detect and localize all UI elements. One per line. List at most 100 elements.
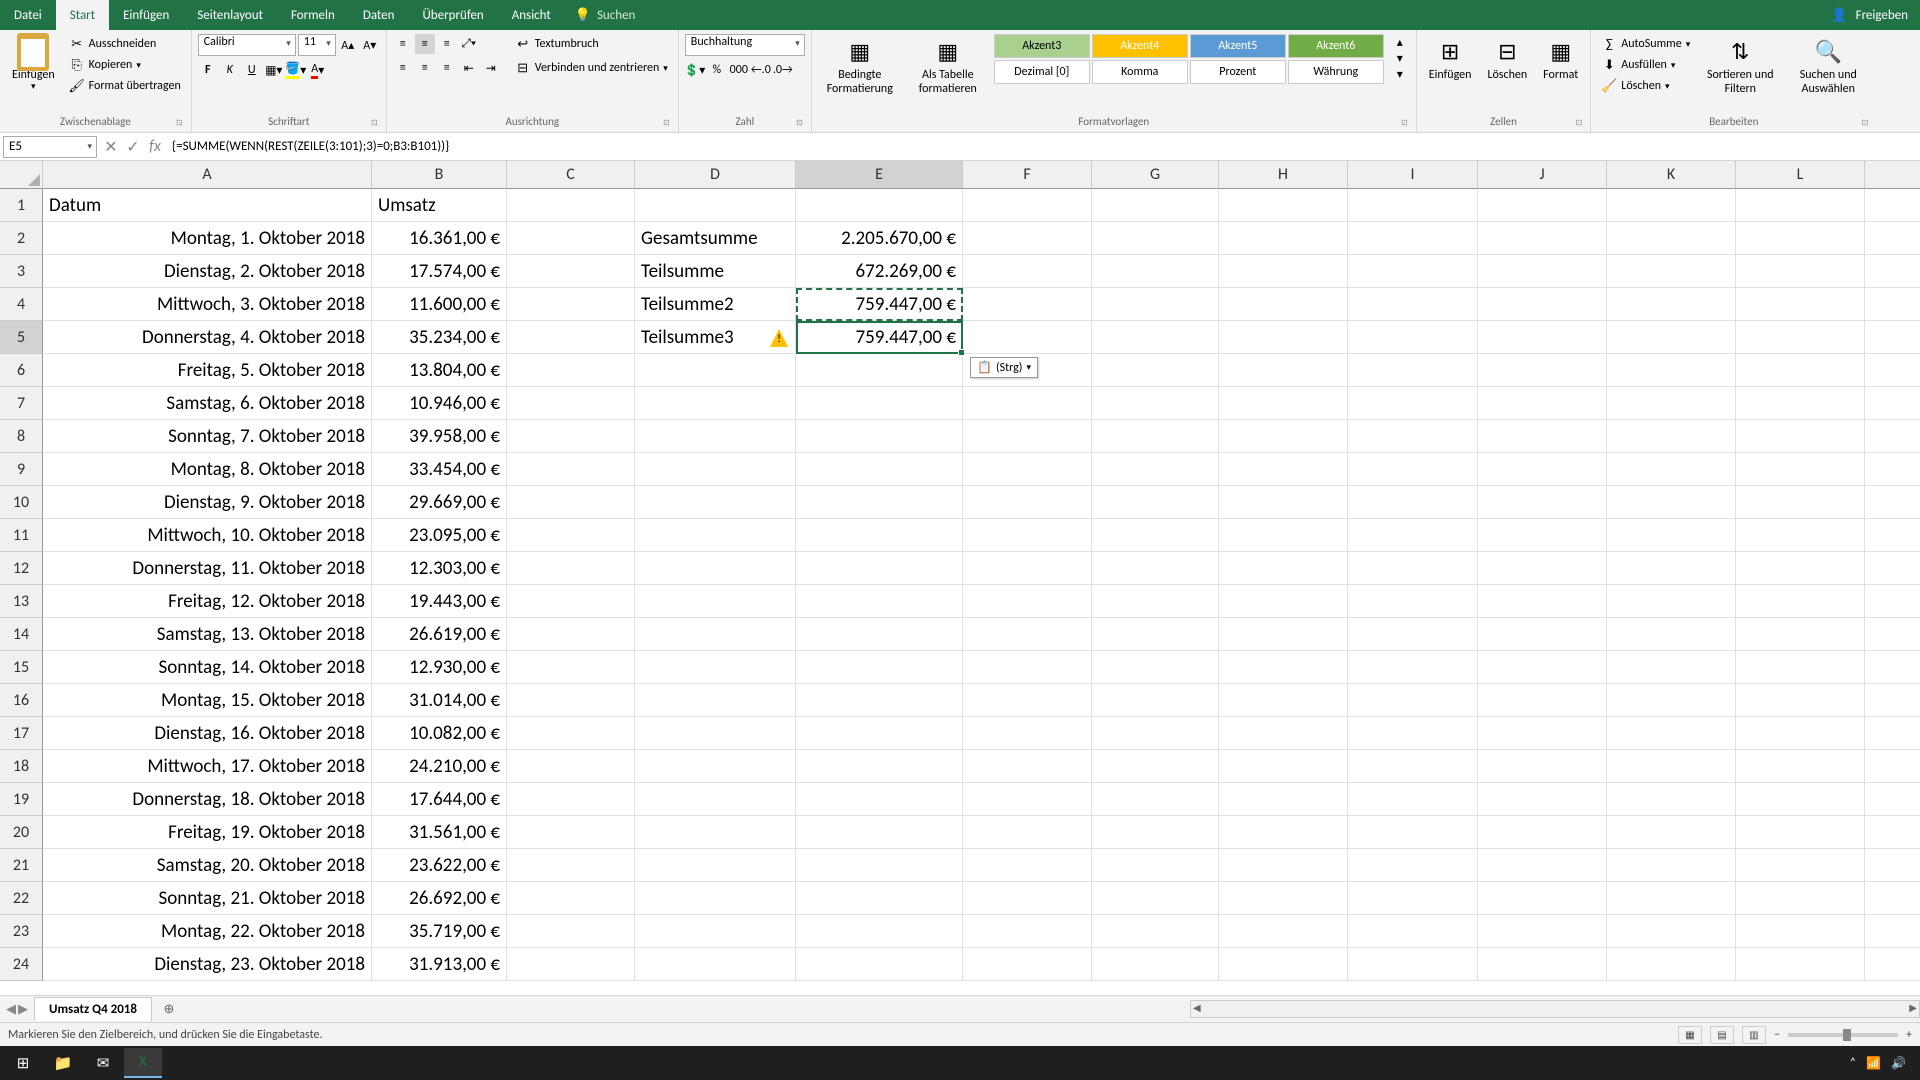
zoom-out-button[interactable]: −	[1774, 1028, 1780, 1042]
cell-F14[interactable]	[963, 618, 1092, 651]
cell-D8[interactable]	[635, 420, 796, 453]
cell-M23[interactable]	[1865, 915, 1920, 948]
cell-D17[interactable]	[635, 717, 796, 750]
cell-H18[interactable]	[1219, 750, 1348, 783]
row-header-15[interactable]: 15	[0, 651, 43, 684]
cell-A8[interactable]: Sonntag, 7. Oktober 2018	[43, 420, 372, 453]
cell-C1[interactable]	[507, 189, 635, 222]
cell-F22[interactable]	[963, 882, 1092, 915]
align-center-button[interactable]: ≡	[415, 58, 435, 78]
fill-button[interactable]: ⬇Ausfüllen▾	[1597, 55, 1694, 75]
cell-D11[interactable]	[635, 519, 796, 552]
cell-G7[interactable]	[1092, 387, 1219, 420]
cell-K6[interactable]	[1607, 354, 1736, 387]
cell-M11[interactable]	[1865, 519, 1920, 552]
cell-H17[interactable]	[1219, 717, 1348, 750]
cell-G9[interactable]	[1092, 453, 1219, 486]
column-header-L[interactable]: L	[1736, 161, 1865, 189]
cell-D22[interactable]	[635, 882, 796, 915]
zoom-in-button[interactable]: +	[1906, 1028, 1912, 1042]
cell-A10[interactable]: Dienstag, 9. Oktober 2018	[43, 486, 372, 519]
column-header-A[interactable]: A	[43, 161, 372, 189]
column-header-M[interactable]: M	[1865, 161, 1920, 189]
cell-H7[interactable]	[1219, 387, 1348, 420]
cell-L17[interactable]	[1736, 717, 1865, 750]
insert-function-button[interactable]: fx	[144, 136, 166, 158]
cell-C16[interactable]	[507, 684, 635, 717]
cell-K4[interactable]	[1607, 288, 1736, 321]
cell-J16[interactable]	[1478, 684, 1607, 717]
cell-C3[interactable]	[507, 255, 635, 288]
cell-I9[interactable]	[1348, 453, 1478, 486]
horizontal-scrollbar[interactable]	[1190, 1000, 1920, 1018]
user-icon[interactable]: 👤	[1831, 8, 1847, 23]
cell-F11[interactable]	[963, 519, 1092, 552]
cell-I20[interactable]	[1348, 816, 1478, 849]
cell-F1[interactable]	[963, 189, 1092, 222]
cell-C12[interactable]	[507, 552, 635, 585]
cell-I2[interactable]	[1348, 222, 1478, 255]
decrease-font-button[interactable]: A▾	[360, 35, 380, 55]
indent-decrease-button[interactable]: ⇤	[459, 58, 479, 78]
cell-B8[interactable]: 39.958,00 €	[372, 420, 507, 453]
cell-C10[interactable]	[507, 486, 635, 519]
cell-D5[interactable]: Teilsumme3	[635, 321, 796, 354]
cell-K12[interactable]	[1607, 552, 1736, 585]
row-header-10[interactable]: 10	[0, 486, 43, 519]
cell-J10[interactable]	[1478, 486, 1607, 519]
cell-J20[interactable]	[1478, 816, 1607, 849]
cell-A14[interactable]: Samstag, 13. Oktober 2018	[43, 618, 372, 651]
cell-I15[interactable]	[1348, 651, 1478, 684]
tray-up-icon[interactable]: ˄	[1850, 1056, 1856, 1070]
cell-A19[interactable]: Donnerstag, 18. Oktober 2018	[43, 783, 372, 816]
cell-D3[interactable]: Teilsumme	[635, 255, 796, 288]
cell-A13[interactable]: Freitag, 12. Oktober 2018	[43, 585, 372, 618]
cell-M10[interactable]	[1865, 486, 1920, 519]
cell-I21[interactable]	[1348, 849, 1478, 882]
normal-view-button[interactable]: ▦	[1678, 1026, 1702, 1044]
cell-L9[interactable]	[1736, 453, 1865, 486]
cell-A15[interactable]: Sonntag, 14. Oktober 2018	[43, 651, 372, 684]
cell-M21[interactable]	[1865, 849, 1920, 882]
cell-G14[interactable]	[1092, 618, 1219, 651]
cell-E4[interactable]: 759.447,00 €	[796, 288, 963, 321]
cell-A9[interactable]: Montag, 8. Oktober 2018	[43, 453, 372, 486]
cell-B23[interactable]: 35.719,00 €	[372, 915, 507, 948]
sheet-nav-prev[interactable]: ◀	[6, 1002, 16, 1017]
ribbon-tab-start[interactable]: Start	[56, 0, 109, 30]
cell-M18[interactable]	[1865, 750, 1920, 783]
cell-K15[interactable]	[1607, 651, 1736, 684]
cell-C22[interactable]	[507, 882, 635, 915]
cell-B17[interactable]: 10.082,00 €	[372, 717, 507, 750]
column-header-K[interactable]: K	[1607, 161, 1736, 189]
cell-C9[interactable]	[507, 453, 635, 486]
orientation-button[interactable]: ⤢▾	[459, 34, 479, 54]
cell-A24[interactable]: Dienstag, 23. Oktober 2018	[43, 948, 372, 981]
ribbon-tab-daten[interactable]: Daten	[349, 0, 409, 30]
cell-E5[interactable]: 759.447,00 €	[796, 321, 963, 354]
cell-B13[interactable]: 19.443,00 €	[372, 585, 507, 618]
cell-H3[interactable]	[1219, 255, 1348, 288]
cell-F12[interactable]	[963, 552, 1092, 585]
cell-E23[interactable]	[796, 915, 963, 948]
sheet-tab-active[interactable]: Umsatz Q4 2018	[34, 997, 152, 1021]
cell-B6[interactable]: 13.804,00 €	[372, 354, 507, 387]
cell-G2[interactable]	[1092, 222, 1219, 255]
cell-K21[interactable]	[1607, 849, 1736, 882]
cell-E15[interactable]	[796, 651, 963, 684]
cell-A3[interactable]: Dienstag, 2. Oktober 2018	[43, 255, 372, 288]
cell-G11[interactable]	[1092, 519, 1219, 552]
delete-cells-button[interactable]: ⊟Löschen	[1481, 34, 1533, 84]
page-layout-view-button[interactable]: ▤	[1710, 1026, 1734, 1044]
cell-H4[interactable]	[1219, 288, 1348, 321]
cell-M9[interactable]	[1865, 453, 1920, 486]
column-header-J[interactable]: J	[1478, 161, 1607, 189]
cell-I5[interactable]	[1348, 321, 1478, 354]
zoom-slider[interactable]	[1788, 1033, 1898, 1037]
conditional-formatting-button[interactable]: ▦Bedingte Formatierung	[818, 34, 902, 99]
cell-I1[interactable]	[1348, 189, 1478, 222]
cell-C23[interactable]	[507, 915, 635, 948]
cell-D4[interactable]: Teilsumme2	[635, 288, 796, 321]
cell-L2[interactable]	[1736, 222, 1865, 255]
cell-G5[interactable]	[1092, 321, 1219, 354]
